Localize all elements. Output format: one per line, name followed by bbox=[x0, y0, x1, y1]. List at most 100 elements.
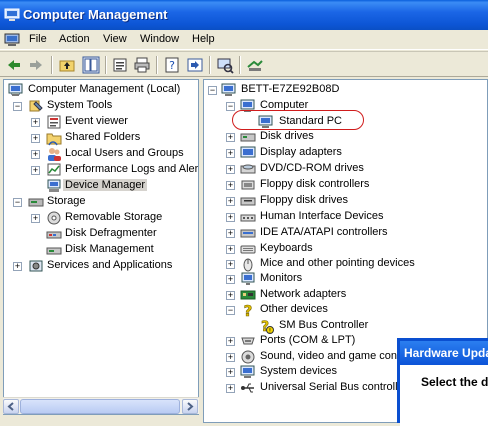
help-icon[interactable]: ? bbox=[163, 56, 181, 74]
expand-icon[interactable]: + bbox=[226, 384, 235, 393]
device-category-mice[interactable]: + Mice and other pointing devices bbox=[204, 256, 487, 272]
sound-icon bbox=[241, 350, 255, 364]
tree-item-services-applications[interactable]: + Services and Applications bbox=[4, 258, 198, 274]
expand-icon[interactable]: + bbox=[226, 213, 235, 222]
tree-item-root[interactable]: − Computer Management (Local) bbox=[4, 82, 198, 98]
tree-label: Local Users and Groups bbox=[65, 147, 184, 159]
expand-icon[interactable]: + bbox=[226, 291, 235, 300]
expand-icon[interactable]: + bbox=[226, 275, 235, 284]
tree-item-system-tools[interactable]: − System Tools bbox=[4, 98, 198, 114]
system-menu-icon[interactable] bbox=[4, 32, 20, 48]
properties-icon[interactable] bbox=[111, 56, 129, 74]
hid-icon bbox=[240, 214, 256, 222]
expand-icon[interactable]: + bbox=[226, 197, 235, 206]
horizontal-scrollbar[interactable] bbox=[3, 397, 199, 414]
collapse-icon[interactable]: − bbox=[208, 86, 217, 95]
device-root[interactable]: − BETT-E7ZE92B08D bbox=[204, 82, 487, 98]
expand-icon[interactable]: + bbox=[226, 165, 235, 174]
collapse-icon[interactable]: − bbox=[226, 102, 235, 111]
device-label: IDE ATA/ATAPI controllers bbox=[260, 226, 388, 238]
tree-item-performance-logs[interactable]: + Performance Logs and Alerts bbox=[4, 162, 198, 178]
collapse-icon[interactable]: − bbox=[226, 306, 235, 315]
collapse-icon[interactable]: − bbox=[13, 198, 22, 207]
back-arrow-icon[interactable] bbox=[5, 56, 23, 74]
chevron-right-icon bbox=[187, 402, 194, 411]
tree-item-disk-management[interactable]: Disk Management bbox=[4, 242, 198, 258]
tree-label: Device Manager bbox=[63, 179, 148, 191]
expand-icon[interactable]: + bbox=[226, 368, 235, 377]
device-label: Floppy disk drives bbox=[260, 194, 349, 206]
expand-icon[interactable]: + bbox=[226, 245, 235, 254]
expand-icon[interactable]: + bbox=[31, 134, 40, 143]
keyboard-icon bbox=[240, 245, 256, 254]
expand-icon[interactable]: + bbox=[226, 181, 235, 190]
device-label: Display adapters bbox=[260, 146, 342, 158]
expand-icon[interactable]: + bbox=[226, 133, 235, 142]
forward-arrow-icon[interactable] bbox=[27, 56, 45, 74]
console-tree-pane[interactable]: − Computer Management (Local) − System T… bbox=[3, 79, 199, 415]
expand-icon[interactable]: + bbox=[226, 353, 235, 362]
expand-icon[interactable]: + bbox=[226, 260, 235, 269]
device-category-hid[interactable]: + Human Interface Devices bbox=[204, 209, 487, 225]
title-bar: Computer Management bbox=[0, 0, 488, 30]
controller-icon bbox=[241, 180, 255, 190]
scroll-right-button[interactable] bbox=[182, 399, 198, 414]
tree-label: Disk Management bbox=[65, 243, 154, 255]
tree-label: Event viewer bbox=[65, 115, 128, 127]
tree-item-shared-folders[interactable]: + Shared Folders bbox=[4, 130, 198, 146]
show-hide-tree-icon[interactable] bbox=[82, 56, 100, 74]
scroll-left-button[interactable] bbox=[3, 399, 19, 414]
tree-item-device-manager[interactable]: Device Manager bbox=[4, 178, 198, 194]
menu-file[interactable]: File bbox=[29, 33, 47, 45]
hardware-update-dialog: Hardware Update Wizard Select the device bbox=[397, 338, 488, 426]
expand-icon[interactable]: + bbox=[31, 214, 40, 223]
dialog-body: Select the device bbox=[400, 365, 488, 426]
disk-drive-icon bbox=[240, 133, 256, 142]
device-category-network-adapters[interactable]: + Network adapters bbox=[204, 287, 487, 303]
tree-item-removable-storage[interactable]: + Removable Storage bbox=[4, 210, 198, 226]
device-category-floppy-drives[interactable]: + Floppy disk drives bbox=[204, 193, 487, 209]
tree-label: Computer Management (Local) bbox=[28, 83, 181, 95]
menu-bar: File Action View Window Help bbox=[0, 30, 488, 50]
expand-icon[interactable]: + bbox=[226, 229, 235, 238]
scan-hardware-icon[interactable] bbox=[216, 56, 234, 74]
device-sm-bus-controller[interactable]: ?! SM Bus Controller bbox=[204, 318, 487, 334]
tree-item-storage[interactable]: − Storage bbox=[4, 194, 198, 210]
removable-storage-icon bbox=[47, 211, 61, 225]
tree-item-event-viewer[interactable]: + Event viewer bbox=[4, 114, 198, 130]
device-category-other-devices[interactable]: − ? Other devices bbox=[204, 302, 487, 318]
print-icon[interactable] bbox=[133, 56, 151, 74]
toggle-view-icon[interactable] bbox=[186, 56, 204, 74]
expand-icon[interactable]: + bbox=[31, 118, 40, 127]
up-folder-icon[interactable] bbox=[58, 56, 76, 74]
menu-window[interactable]: Window bbox=[140, 33, 179, 45]
system-device-icon bbox=[240, 365, 255, 378]
expand-icon[interactable]: + bbox=[226, 337, 235, 346]
device-category-ide[interactable]: + IDE ATA/ATAPI controllers bbox=[204, 225, 487, 241]
menu-help[interactable]: Help bbox=[192, 33, 215, 45]
toolbar-separator bbox=[239, 56, 241, 74]
menu-action[interactable]: Action bbox=[59, 33, 90, 45]
device-category-dvd-cd-rom[interactable]: + DVD/CD-ROM drives bbox=[204, 161, 487, 177]
expand-icon[interactable]: + bbox=[226, 149, 235, 158]
expand-icon[interactable]: + bbox=[13, 262, 22, 271]
toolbar: ? bbox=[0, 51, 488, 77]
device-category-monitors[interactable]: + Monitors bbox=[204, 271, 487, 287]
scroll-thumb[interactable] bbox=[20, 399, 180, 414]
question-mark-icon: ? bbox=[243, 302, 252, 318]
collapse-icon[interactable]: − bbox=[13, 102, 22, 111]
device-category-disk-drives[interactable]: + Disk drives bbox=[204, 129, 487, 145]
expand-icon[interactable]: + bbox=[31, 150, 40, 159]
device-category-keyboards[interactable]: + Keyboards bbox=[204, 241, 487, 257]
toolbar-separator bbox=[209, 56, 211, 74]
tree-item-disk-defragmenter[interactable]: Disk Defragmenter bbox=[4, 226, 198, 242]
menu-view[interactable]: View bbox=[103, 33, 127, 45]
device-category-display-adapters[interactable]: + Display adapters bbox=[204, 145, 487, 161]
expand-icon[interactable]: + bbox=[31, 166, 40, 175]
chevron-left-icon bbox=[7, 402, 14, 411]
device-label: System devices bbox=[260, 365, 338, 377]
device-category-floppy-controllers[interactable]: + Floppy disk controllers bbox=[204, 177, 487, 193]
update-driver-icon[interactable] bbox=[246, 56, 264, 74]
tree-label: Shared Folders bbox=[65, 131, 141, 143]
tree-item-local-users[interactable]: + Local Users and Groups bbox=[4, 146, 198, 162]
